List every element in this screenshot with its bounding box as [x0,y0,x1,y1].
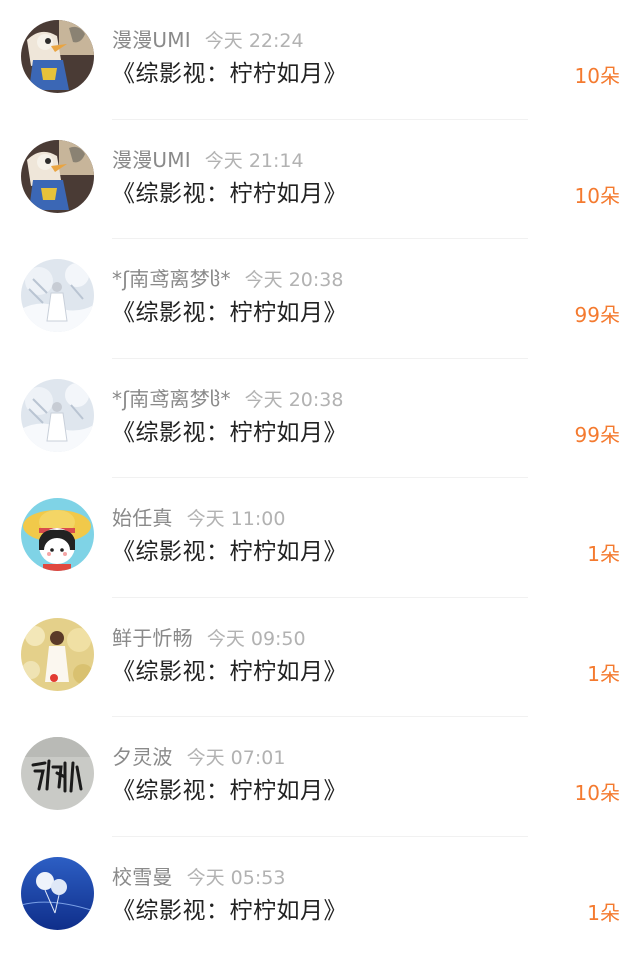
gift-record-list: 漫漫UMI 今天 22:24 《综影视：柠柠如月》 10朵 漫漫UMI 今天 21:… [0,0,640,953]
gift-count: 10朵 [575,62,620,90]
book-title[interactable]: 《综影视：柠柠如月》 [112,656,347,688]
book-title[interactable]: 《综影视：柠柠如月》 [112,58,347,90]
cartoon-duck-avatar-icon [21,20,94,93]
list-item[interactable]: 鲜于忻畅今天 09:50 《综影视：柠柠如月》 1朵 [0,598,640,718]
timestamp: 今天 20:38 [245,269,344,291]
avatar[interactable] [21,140,94,213]
avatar[interactable] [21,618,94,691]
gift-count: 1朵 [587,660,620,688]
timestamp: 今天 21:14 [205,150,304,172]
gift-count: 10朵 [575,182,620,210]
gift-count: 10朵 [575,779,620,807]
list-item[interactable]: 夕灵波今天 07:01 《综影视：柠柠如月》 10朵 [0,717,640,837]
book-title[interactable]: 《综影视：柠柠如月》 [112,417,347,449]
user-name[interactable]: 校雪曼 [112,865,173,889]
user-name[interactable]: 漫漫UMI [112,148,191,172]
list-item[interactable]: *ʃ南鸢离梦ჱ* 今天 20:38 《综影视：柠柠如月》 99朵 [0,239,640,359]
list-item[interactable]: 校雪曼今天 05:53 《综影视：柠柠如月》 1朵 [0,837,640,956]
avatar[interactable] [21,737,94,810]
user-name[interactable]: 鲜于忻畅 [112,626,193,650]
calligraphy-avatar-icon [21,737,94,810]
timestamp: 今天 09:50 [207,628,306,650]
gift-count: 99朵 [575,421,620,449]
avatar[interactable] [21,498,94,571]
user-name[interactable]: *ʃ南鸢离梦ჱ* [112,267,231,291]
list-item[interactable]: 漫漫UMI 今天 22:24 《综影视：柠柠如月》 10朵 [0,0,640,120]
user-name[interactable]: 始任真 [112,506,173,530]
gift-count: 99朵 [575,301,620,329]
gift-count: 1朵 [587,540,620,568]
avatar[interactable] [21,259,94,332]
timestamp: 今天 20:38 [245,389,344,411]
balloon-sky-avatar-icon [21,857,94,930]
cartoon-duck-avatar-icon [21,140,94,213]
list-item[interactable]: 漫漫UMI 今天 21:14 《综影视：柠柠如月》 10朵 [0,120,640,240]
snowy-figure-avatar-icon [21,259,94,332]
user-name[interactable]: 夕灵波 [112,745,173,769]
avatar[interactable] [21,20,94,93]
timestamp: 今天 05:53 [187,867,286,889]
user-name[interactable]: *ʃ南鸢离梦ჱ* [112,387,231,411]
book-title[interactable]: 《综影视：柠柠如月》 [112,775,347,807]
avatar[interactable] [21,379,94,452]
book-title[interactable]: 《综影视：柠柠如月》 [112,895,347,927]
snowy-figure-avatar-icon [21,379,94,452]
gift-count: 1朵 [587,899,620,927]
book-title[interactable]: 《综影视：柠柠如月》 [112,178,347,210]
timestamp: 今天 07:01 [187,747,286,769]
timestamp: 今天 11:00 [187,508,286,530]
book-title[interactable]: 《综影视：柠柠如月》 [112,536,347,568]
list-item[interactable]: 始任真今天 11:00 《综影视：柠柠如月》 1朵 [0,478,640,598]
book-title[interactable]: 《综影视：柠柠如月》 [112,297,347,329]
timestamp: 今天 22:24 [205,30,304,52]
straw-hat-girl-avatar-icon [21,498,94,571]
list-item[interactable]: *ʃ南鸢离梦ჱ* 今天 20:38 《综影视：柠柠如月》 99朵 [0,359,640,479]
bokeh-girl-avatar-icon [21,618,94,691]
avatar[interactable] [21,857,94,930]
user-name[interactable]: 漫漫UMI [112,28,191,52]
